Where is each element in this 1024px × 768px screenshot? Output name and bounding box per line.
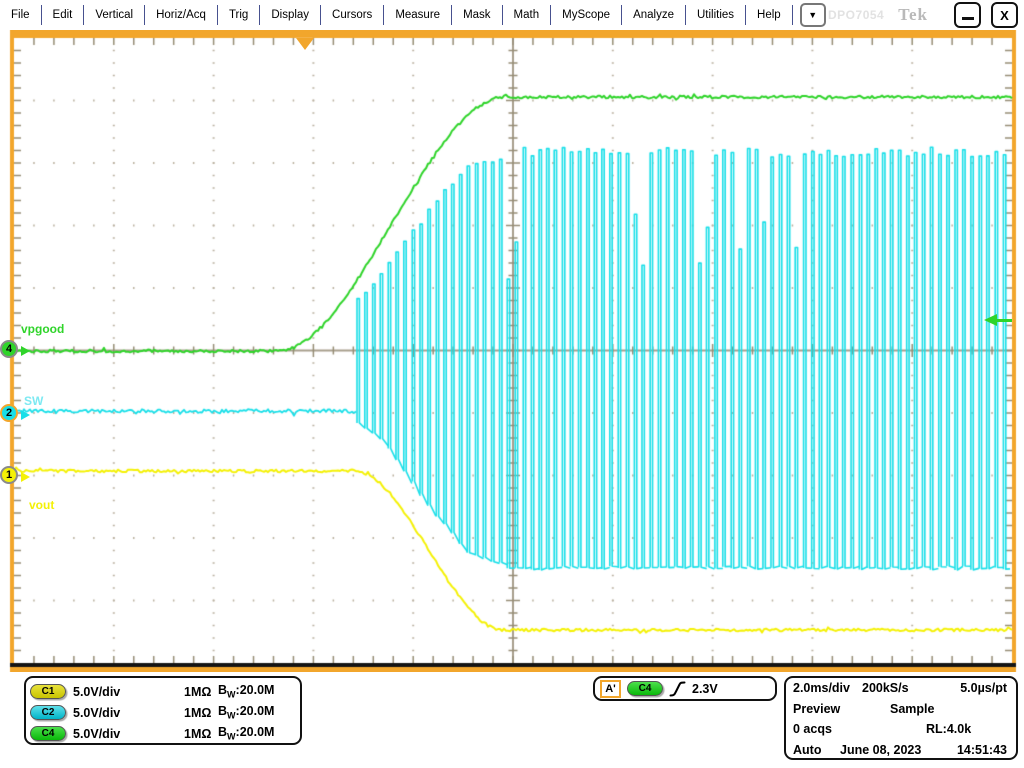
menu-utilities[interactable]: Utilities [686, 5, 746, 25]
menu-edit[interactable]: Edit [42, 5, 85, 25]
menu-bar: File Edit Vertical Horiz/Acq Trig Displa… [0, 0, 1024, 30]
timebase-scale: 2.0ms/div [793, 681, 850, 695]
waveform-label-sw: SW [24, 394, 43, 408]
channel4-bandwidth: BW:20.0M [218, 725, 274, 742]
waveform-canvas [0, 30, 1024, 672]
sample-resolution: 5.0µs/pt [960, 681, 1007, 695]
menu-math[interactable]: Math [503, 5, 552, 25]
chevron-down-icon: ▼ [808, 10, 817, 20]
trigger-level-tail [996, 319, 1012, 322]
minimize-icon [962, 17, 974, 20]
channel4-reference-marker[interactable]: 4 [0, 340, 18, 358]
trigger-channel-badge: C4 [627, 681, 663, 696]
channel1-readout-row[interactable]: C1 5.0V/div 1MΩ BW:20.0M [26, 681, 300, 702]
channel1-impedance: 1MΩ [184, 685, 211, 699]
channel2-readout-row[interactable]: C2 5.0V/div 1MΩ BW:20.0M [26, 702, 300, 723]
trigger-mode: Auto [793, 743, 821, 757]
channel4-arrow-icon [21, 346, 30, 356]
waveform-label-vout: vout [29, 498, 54, 512]
menu-mask[interactable]: Mask [452, 5, 502, 25]
channel-readout-box: C1 5.0V/div 1MΩ BW:20.0M C2 5.0V/div 1MΩ… [24, 676, 302, 745]
minimize-button[interactable] [954, 2, 981, 28]
scope-model-label: DPO7054 [828, 8, 884, 22]
menu-analyze[interactable]: Analyze [622, 5, 686, 25]
readout-area: C1 5.0V/div 1MΩ BW:20.0M C2 5.0V/div 1MΩ… [0, 672, 1024, 768]
channel2-bandwidth: BW:20.0M [218, 704, 274, 721]
waveform-label-vpgood: vpgood [21, 322, 64, 336]
channel4-impedance: 1MΩ [184, 727, 211, 741]
trigger-readout-box[interactable]: A' C4 2.3V [593, 676, 777, 701]
acquisition-mode: Sample [890, 702, 934, 716]
timebase-row-acqs: 0 acqs RL:4.0k [786, 722, 1016, 743]
menu-help[interactable]: Help [746, 5, 793, 25]
trigger-position-icon[interactable] [296, 38, 314, 50]
menu-horiz-acq[interactable]: Horiz/Acq [145, 5, 218, 25]
channel2-arrow-icon [21, 410, 30, 420]
menu-file[interactable]: File [0, 5, 42, 25]
preview-status: Preview [793, 702, 840, 716]
channel4-readout-row[interactable]: C4 5.0V/div 1MΩ BW:20.0M [26, 723, 300, 744]
channel2-impedance: 1MΩ [184, 706, 211, 720]
channel1-bandwidth: BW:20.0M [218, 683, 274, 700]
menu-display[interactable]: Display [260, 5, 321, 25]
channel1-arrow-icon [21, 472, 30, 482]
close-button[interactable]: X [991, 2, 1018, 28]
record-length: RL:4.0k [926, 722, 971, 736]
menu-myscope[interactable]: MyScope [551, 5, 622, 25]
timebase-row-scale: 2.0ms/div 200kS/s 5.0µs/pt [786, 681, 1016, 702]
trigger-level-value: 2.3V [692, 682, 718, 696]
date-label: June 08, 2023 [840, 743, 921, 757]
close-icon: X [1000, 8, 1009, 23]
timebase-row-datetime: Auto June 08, 2023 14:51:43 [786, 743, 1016, 764]
time-label: 14:51:43 [957, 743, 1007, 757]
channel2-badge[interactable]: C2 [30, 705, 66, 720]
channel2-scale: 5.0V/div [73, 706, 120, 720]
channel1-badge[interactable]: C1 [30, 684, 66, 699]
scope-display: vpgood SW vout 4 2 1 [0, 30, 1024, 672]
tek-logo: Tek [898, 5, 928, 25]
rising-edge-icon [669, 680, 686, 698]
acquisition-count: 0 acqs [793, 722, 832, 736]
menu-cursors[interactable]: Cursors [321, 5, 384, 25]
sample-rate: 200kS/s [862, 681, 909, 695]
channel4-scale: 5.0V/div [73, 727, 120, 741]
timebase-row-mode: Preview Sample [786, 702, 1016, 723]
menu-trig[interactable]: Trig [218, 5, 260, 25]
menu-vertical[interactable]: Vertical [84, 5, 145, 25]
channel1-reference-marker[interactable]: 1 [0, 466, 18, 484]
channel1-scale: 5.0V/div [73, 685, 120, 699]
menu-measure[interactable]: Measure [384, 5, 452, 25]
timebase-readout-box: 2.0ms/div 200kS/s 5.0µs/pt Preview Sampl… [784, 676, 1018, 760]
channel4-badge[interactable]: C4 [30, 726, 66, 741]
trigger-source-badge: A' [600, 680, 621, 698]
channel2-reference-marker[interactable]: 2 [0, 404, 18, 422]
menu-overflow-button[interactable]: ▼ [800, 3, 826, 27]
